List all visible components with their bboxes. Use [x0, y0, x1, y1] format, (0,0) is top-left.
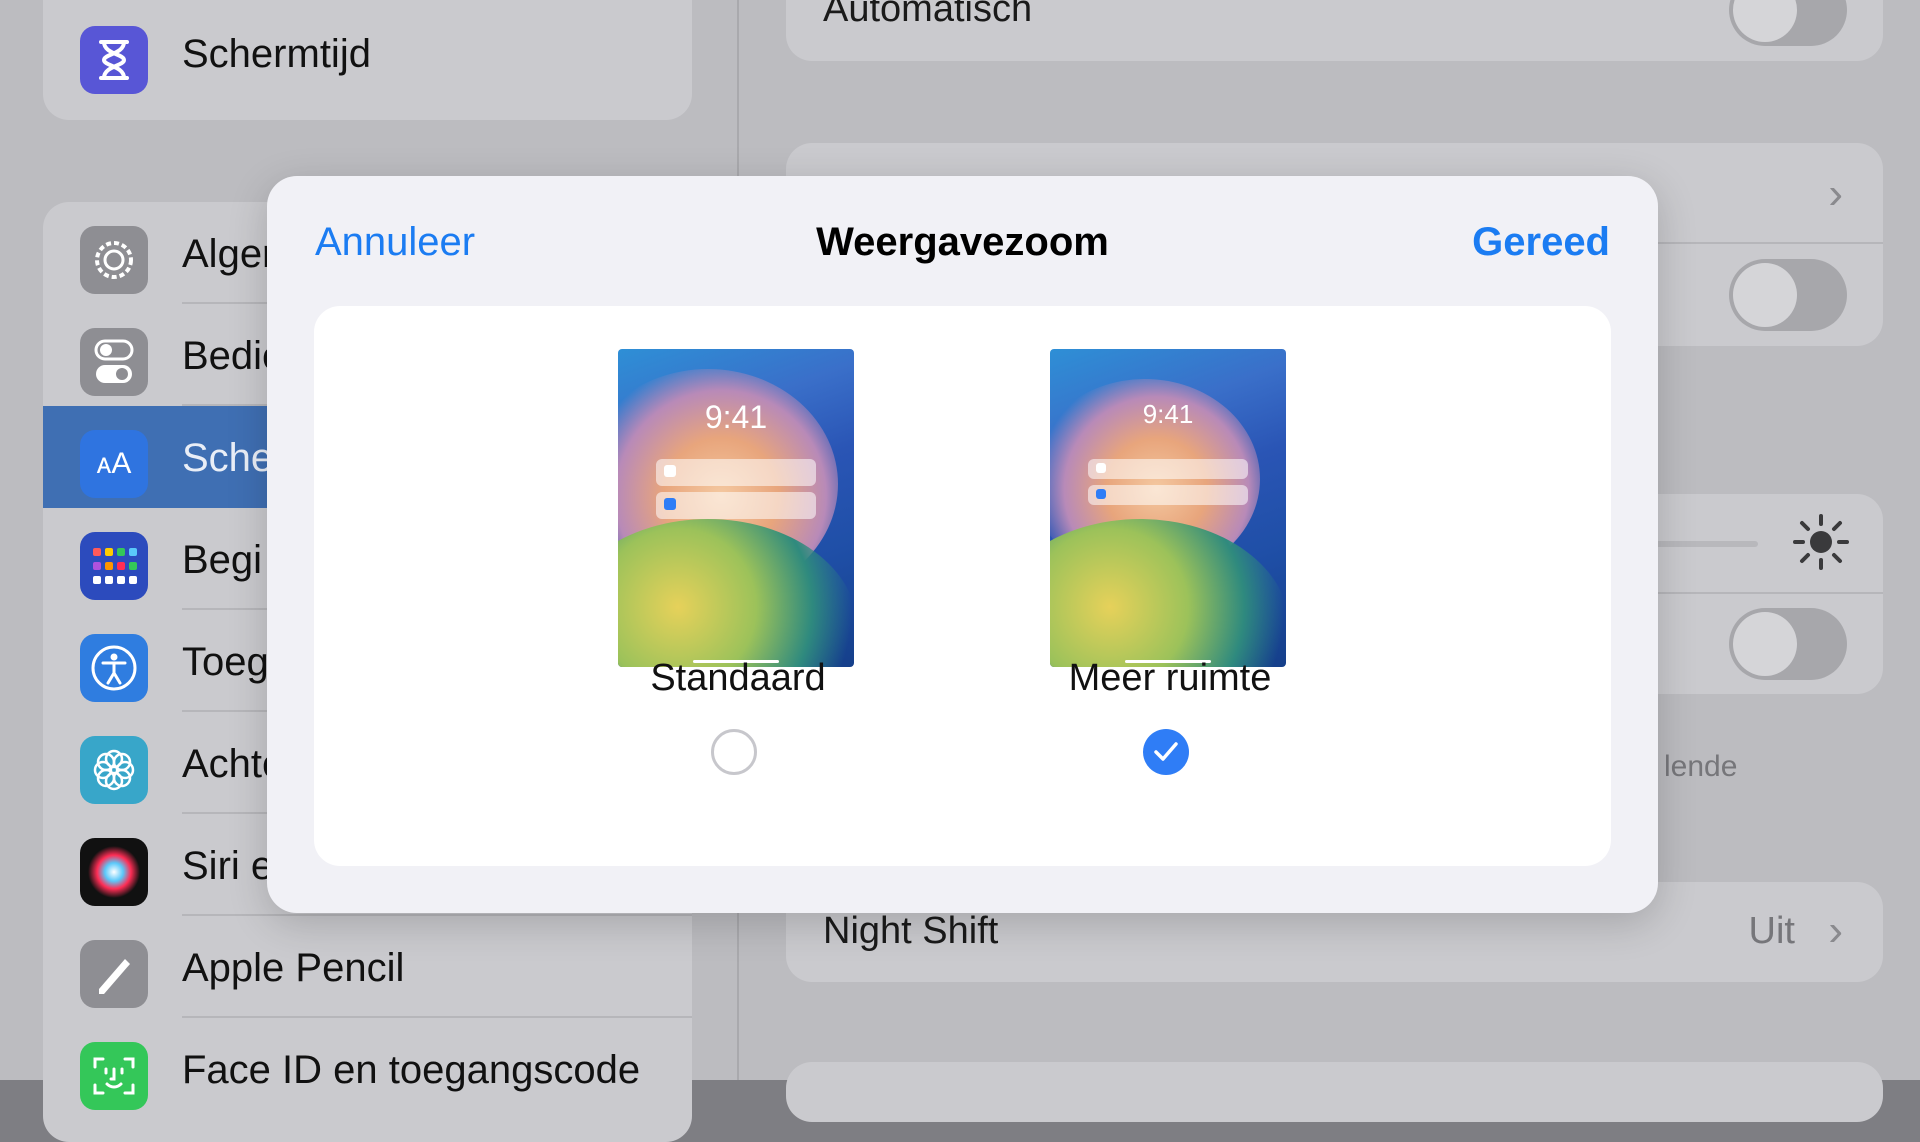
standard-preview-image: 9:41	[618, 349, 854, 667]
sidebar-item-label: Apple Pencil	[182, 946, 405, 990]
bold-text-toggle[interactable]	[1729, 259, 1847, 331]
true-tone-toggle[interactable]	[1729, 608, 1847, 680]
preview-clock: 9:41	[704, 399, 768, 435]
display-zoom-sheet: Weergavezoom Annuleer Gereed 9:41 Standa…	[267, 176, 1658, 913]
sidebar-item-label: Sche	[182, 436, 274, 480]
meer-ruimte-radio-checked[interactable]	[1143, 729, 1189, 775]
done-button[interactable]: Gereed	[1472, 220, 1610, 265]
automatisch-toggle[interactable]	[1729, 0, 1847, 46]
cancel-button[interactable]: Annuleer	[315, 220, 475, 265]
zoom-options-panel: 9:41 Standaard 9:41 Meer ruimte	[314, 306, 1611, 866]
sidebar-item-face-id[interactable]: Face ID en toegangscode	[43, 1018, 692, 1120]
preview-clock: 9:41	[1142, 399, 1194, 429]
switches-icon	[80, 328, 148, 396]
next-card	[786, 1062, 1883, 1122]
option-standaard[interactable]: 9:41 Standaard	[618, 306, 858, 866]
preview-notification	[656, 459, 816, 486]
sun-icon	[1791, 512, 1851, 577]
sidebar-item-label: Begi	[182, 538, 263, 582]
preview-notification	[1088, 485, 1248, 505]
accessibility-icon	[80, 634, 148, 702]
face-id-icon	[80, 1042, 148, 1110]
gear-icon	[80, 226, 148, 294]
chevron-right-icon: ›	[1828, 169, 1843, 218]
wallpaper-flower-icon	[80, 736, 148, 804]
night-shift-label: Night Shift	[823, 910, 999, 952]
option-label: Meer ruimte	[1068, 657, 1272, 699]
appearance-card: Automatisch	[786, 0, 1883, 61]
sidebar-item-label: Toeg	[182, 640, 269, 684]
night-shift-value: Uit	[1748, 910, 1795, 952]
siri-icon	[80, 838, 148, 906]
home-screen-grid-icon	[80, 532, 148, 600]
sidebar-item-label: Face ID en toegangscode	[182, 1048, 641, 1092]
sidebar-item-schermtijd[interactable]: Schermtijd	[43, 2, 692, 104]
pencil-icon	[80, 940, 148, 1008]
checkmark-icon	[1154, 742, 1178, 761]
automatisch-label: Automatisch	[823, 0, 1033, 30]
sidebar-group-top: Schermtijd	[43, 0, 692, 120]
sidebar-item-label: Alger	[182, 232, 276, 276]
zoomed-preview-image: 9:41	[1050, 349, 1286, 667]
sidebar-item-label: Siri e	[182, 844, 274, 888]
preview-notification	[1088, 459, 1248, 479]
option-label: Standaard	[650, 657, 826, 699]
text-size-icon: ᴀA	[80, 430, 148, 498]
hourglass-icon	[80, 26, 148, 94]
sidebar-item-label: Schermtijd	[182, 32, 371, 76]
sidebar-item-apple-pencil[interactable]: Apple Pencil	[43, 916, 692, 1018]
option-meer-ruimte[interactable]: 9:41 Meer ruimte	[1050, 306, 1290, 866]
chevron-right-icon: ›	[1828, 906, 1843, 955]
standaard-radio[interactable]	[711, 729, 757, 775]
preview-notification	[656, 492, 816, 519]
footnote-fragment: lende	[1664, 750, 1738, 783]
sheet-title: Weergavezoom	[816, 220, 1109, 264]
